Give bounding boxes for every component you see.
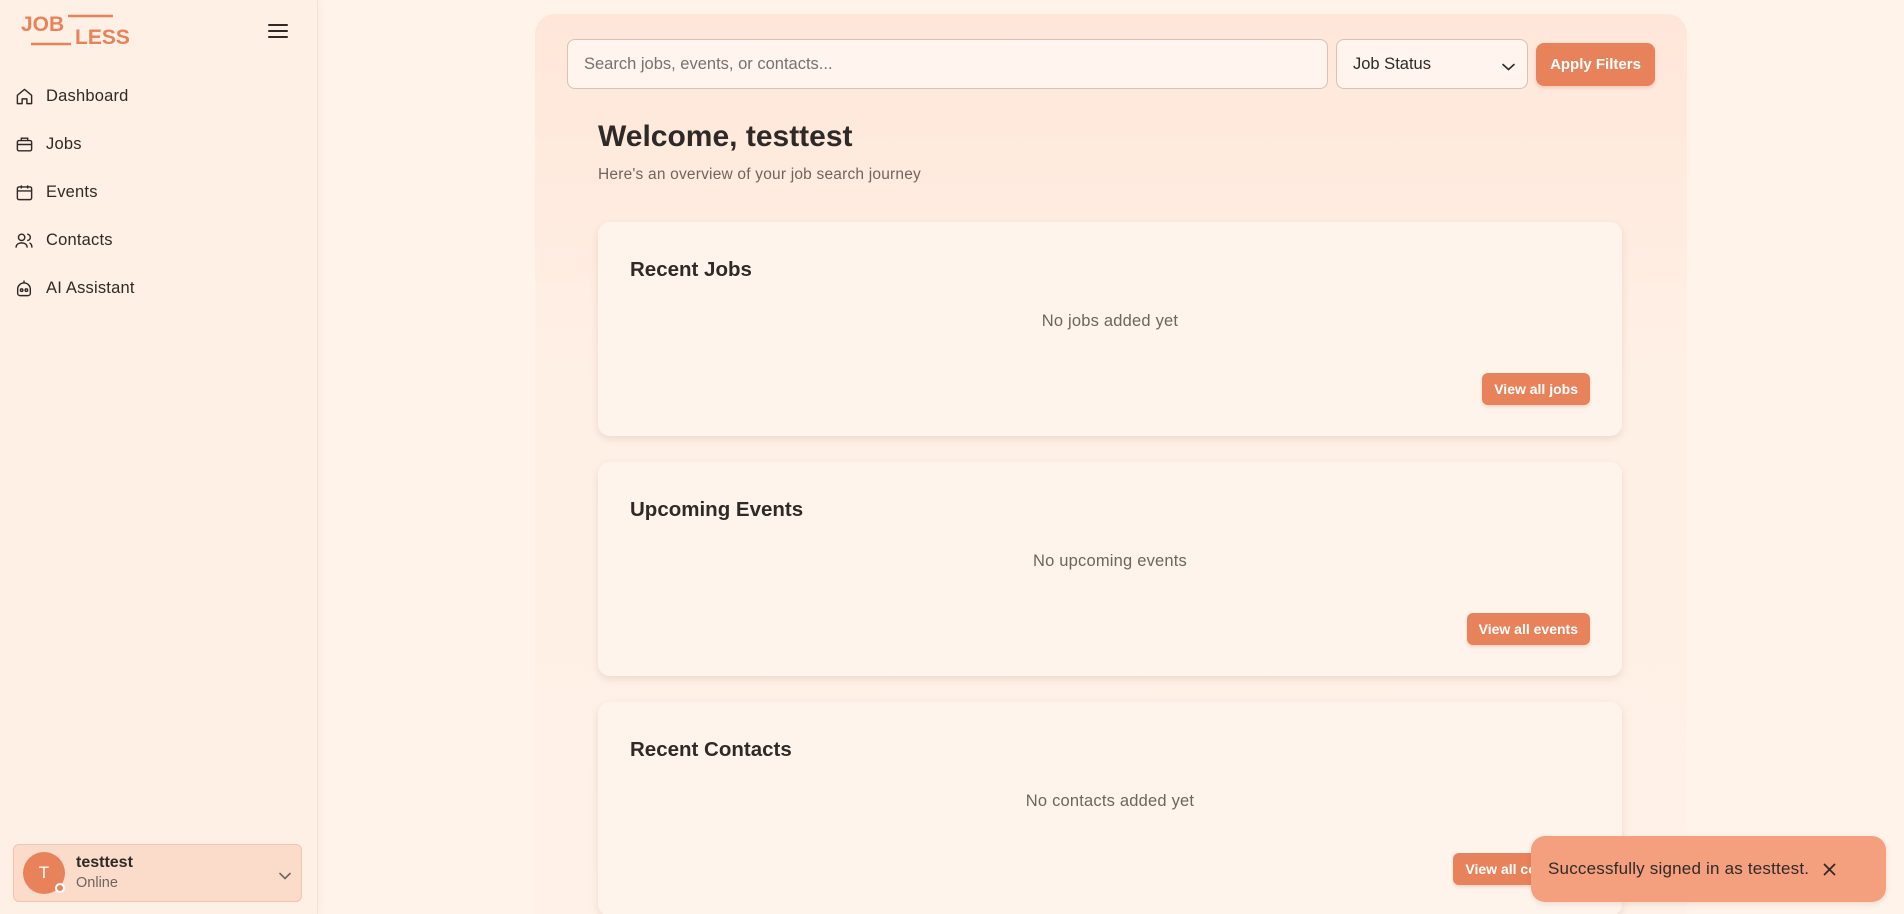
hamburger-icon	[268, 24, 288, 38]
empty-state-text: No jobs added yet	[1041, 312, 1179, 330]
chevron-down-icon	[279, 867, 291, 885]
robot-icon	[14, 278, 34, 298]
upcoming-events-card: Upcoming Events No upcoming events View …	[598, 462, 1622, 676]
user-name: testtest	[76, 854, 133, 872]
page-title: Welcome, testtest	[598, 120, 853, 153]
home-icon	[14, 86, 34, 106]
empty-state-text: No contacts added yet	[1025, 792, 1195, 810]
toast-notification: Successfully signed in as testtest.	[1531, 836, 1886, 902]
sidebar-item-ai-assistant[interactable]: AI Assistant	[0, 264, 318, 312]
avatar: T	[23, 852, 65, 894]
toast-message: Successfully signed in as testtest.	[1548, 859, 1810, 878]
svg-text:JOB: JOB	[21, 14, 64, 36]
apply-filters-button[interactable]: Apply Filters	[1536, 43, 1655, 86]
card-title: Upcoming Events	[630, 498, 804, 521]
sidebar-item-label: Events	[46, 182, 98, 201]
online-status-dot	[55, 883, 65, 893]
job-status-select[interactable]: Job Status	[1336, 39, 1528, 89]
sidebar-item-label: Contacts	[46, 230, 113, 249]
sidebar-item-label: Dashboard	[46, 86, 129, 105]
jobless-logo[interactable]: JOB LESS	[21, 14, 136, 48]
close-icon[interactable]	[1820, 860, 1838, 878]
user-menu[interactable]: T testtest Online	[13, 844, 302, 902]
hamburger-menu-button[interactable]	[263, 17, 293, 45]
view-all-events-button[interactable]: View all events	[1466, 613, 1590, 645]
empty-state-text: No upcoming events	[1032, 552, 1188, 570]
sidebar-item-contacts[interactable]: Contacts	[0, 216, 318, 264]
calendar-icon	[14, 182, 34, 202]
card-title: Recent Contacts	[630, 738, 792, 761]
sidebar-item-label: AI Assistant	[46, 278, 135, 297]
recent-contacts-card: Recent Contacts No contacts added yet Vi…	[598, 702, 1622, 914]
view-all-jobs-button[interactable]: View all jobs	[1482, 373, 1590, 405]
users-icon	[14, 230, 34, 250]
svg-text:LESS: LESS	[75, 26, 130, 48]
chevron-down-icon	[1502, 58, 1515, 76]
card-title: Recent Jobs	[630, 258, 752, 281]
page-subtitle: Here's an overview of your job search jo…	[598, 166, 921, 183]
main-panel: Job Status Apply Filters Welcome, testte…	[535, 14, 1687, 914]
recent-jobs-card: Recent Jobs No jobs added yet View all j…	[598, 222, 1622, 436]
briefcase-icon	[14, 134, 34, 154]
sidebar-item-jobs[interactable]: Jobs	[0, 120, 318, 168]
sidebar-item-label: Jobs	[46, 134, 82, 153]
search-input[interactable]	[567, 39, 1328, 89]
sidebar-nav: Dashboard Jobs Events Contacts AI Assist…	[0, 72, 318, 312]
sidebar-item-events[interactable]: Events	[0, 168, 318, 216]
sidebar-item-dashboard[interactable]: Dashboard	[0, 72, 318, 120]
user-status: Online	[76, 875, 118, 892]
sidebar: JOB LESS Dashboard Jobs Events Contacts …	[0, 0, 318, 914]
